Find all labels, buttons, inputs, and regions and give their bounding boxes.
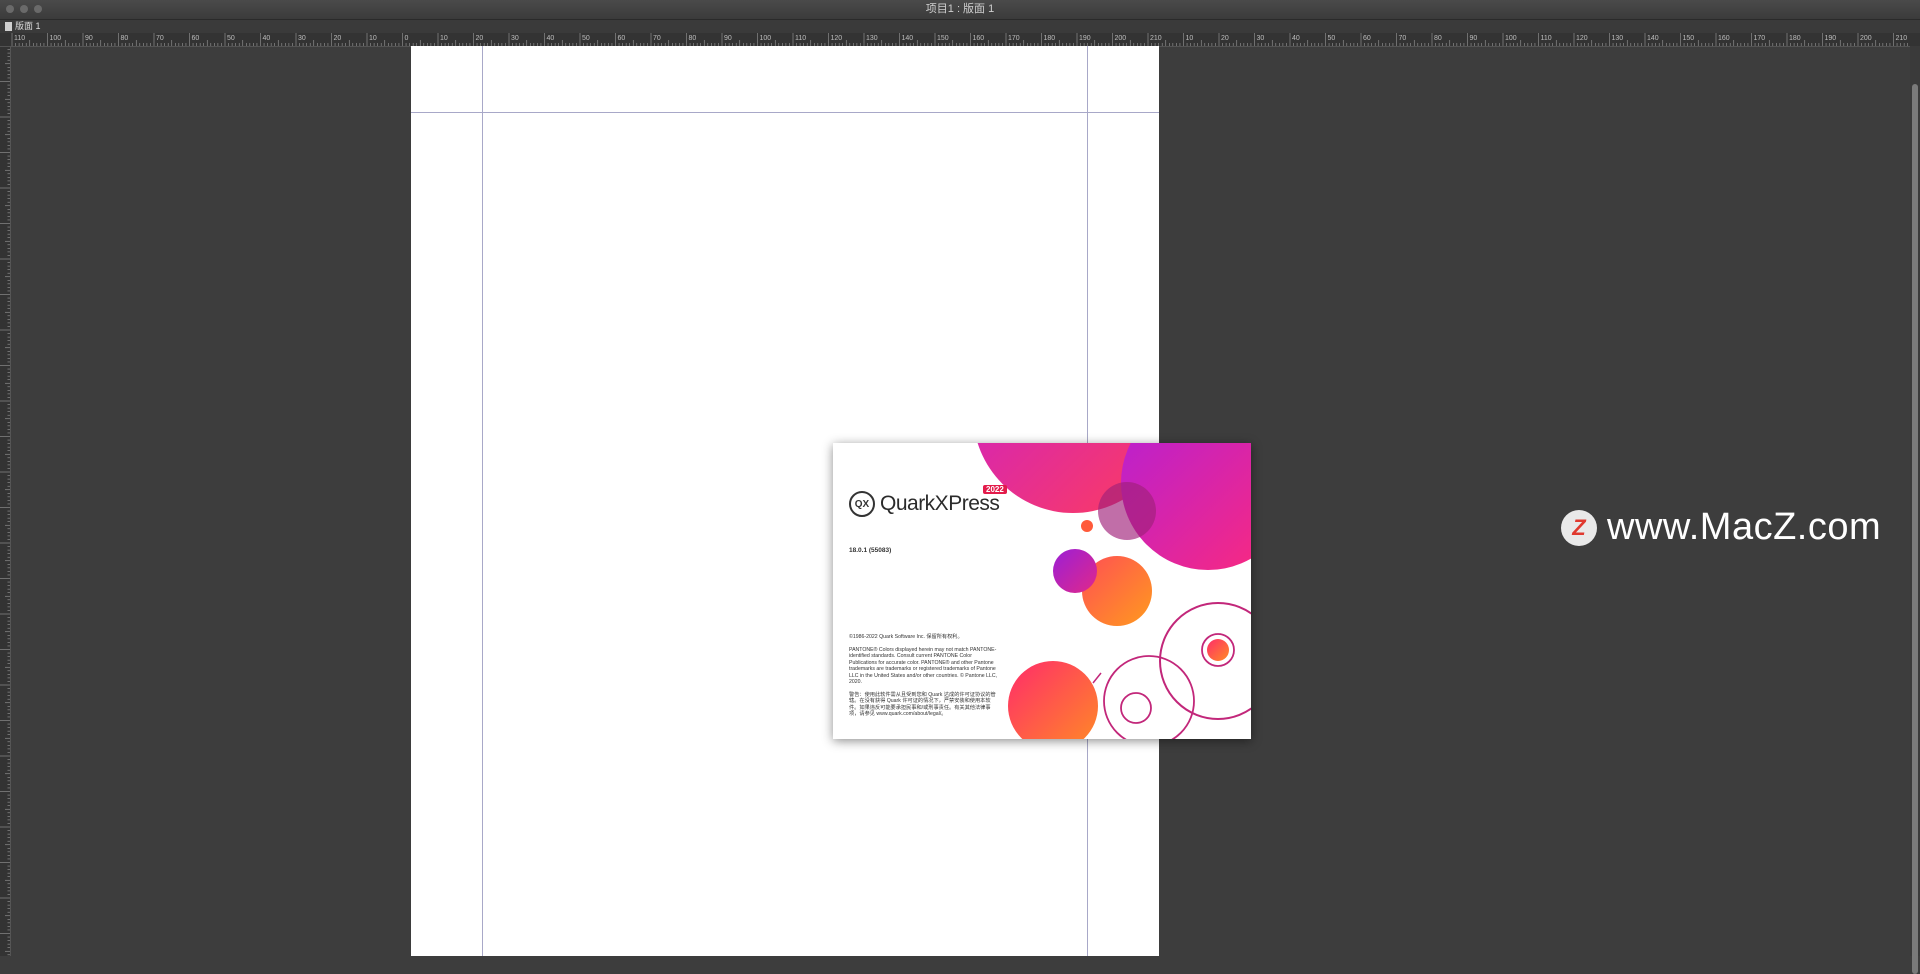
ruler-tick-label: 120 xyxy=(1576,35,1588,42)
ruler-tick-label: 100 xyxy=(50,35,62,42)
minimize-button[interactable] xyxy=(20,5,28,13)
ruler-tick-label: 160 xyxy=(973,35,985,42)
zoom-button[interactable] xyxy=(34,5,42,13)
ruler-tick-label: 80 xyxy=(121,35,129,42)
ruler-tick-label: 30 xyxy=(511,35,519,42)
tab-label: 版面 1 xyxy=(15,21,41,31)
ruler-ticks: 110 100 90 80 70 60 50 40 30 20 10 0 10 20 30 40 50 60 70 8… xyxy=(11,33,1908,46)
ruler-tick-label: 110 xyxy=(1541,35,1552,42)
ruler-tick-label: 190 xyxy=(1079,35,1091,42)
tab-layout-1[interactable]: 版面 1 xyxy=(5,20,41,33)
ruler-tick-label: 140 xyxy=(902,35,914,42)
ruler-tick-label: 10 xyxy=(1186,35,1194,42)
pantone-text: PANTONE® Colors displayed herein may not… xyxy=(849,646,998,686)
ruler-tick-label: 60 xyxy=(1363,35,1371,42)
ruler-tick-label: 30 xyxy=(298,35,306,42)
ruler-tick-label: 80 xyxy=(689,35,697,42)
ruler-tick-label: 20 xyxy=(334,35,342,42)
watermark-text: www.MacZ.com xyxy=(1607,506,1882,548)
ruler-tick-label: 210 xyxy=(1896,35,1908,42)
ruler-tick-label: 90 xyxy=(1470,35,1478,42)
ruler-tick-label: 70 xyxy=(1399,35,1407,42)
ruler-tick-label: 10 xyxy=(369,35,377,42)
ruler-tick-label: 100 xyxy=(1505,35,1517,42)
ruler-tick-label: 180 xyxy=(1789,35,1801,42)
ruler-tick-label: 0 xyxy=(405,35,409,42)
ruler-tick-label: 40 xyxy=(1292,35,1300,42)
ruler-tick-label: 20 xyxy=(1221,35,1229,42)
margin-guide-left[interactable] xyxy=(482,46,483,956)
ruler-tick-label: 110 xyxy=(14,35,25,42)
scrollbar-thumb[interactable] xyxy=(1912,84,1918,974)
ruler-tick-label: 200 xyxy=(1860,35,1872,42)
quarkxpress-logo: QX QuarkXPress 2022 xyxy=(849,485,1007,517)
ruler-tick-label: 120 xyxy=(831,35,843,42)
ruler-tick-label: 130 xyxy=(1612,35,1624,42)
ruler-tick-label: 140 xyxy=(1647,35,1659,42)
brand-name: QuarkXPress xyxy=(880,492,1000,515)
version-year-badge: 2022 xyxy=(983,485,1007,494)
legal-notice: ©1986-2022 Quark Software Inc. 保留所有权利。 P… xyxy=(849,634,997,724)
ruler-tick-label: 70 xyxy=(156,35,164,42)
ruler-tick-label: 50 xyxy=(582,35,590,42)
ruler-tick-label: 50 xyxy=(1328,35,1336,42)
window-titlebar: 项目1 : 版面 1 xyxy=(0,0,1920,20)
ruler-tick-label: 150 xyxy=(1683,35,1695,42)
ruler-tick-label: 170 xyxy=(1008,35,1020,42)
splash-screen: QX QuarkXPress 2022 18.0.1 (55083) ©1986… xyxy=(833,443,1251,739)
ruler-tick-label: 10 xyxy=(440,35,448,42)
ruler-tick-label: 160 xyxy=(1718,35,1730,42)
ruler-tick-label: 70 xyxy=(653,35,661,42)
layout-page-icon xyxy=(5,22,12,31)
ruler-tick-label: 60 xyxy=(618,35,626,42)
layout-tab-bar: 版面 1 xyxy=(0,20,1920,33)
macz-watermark: Z www.MacZ.com xyxy=(1561,506,1881,549)
vertical-ruler-ticks xyxy=(0,45,10,956)
build-version: 18.0.1 (55083) xyxy=(849,547,892,554)
horizontal-ruler[interactable]: 110 100 90 80 70 60 50 40 30 20 10 0 10 20 30 40 50 60 70 8… xyxy=(0,33,1920,47)
close-button[interactable] xyxy=(6,5,14,13)
ruler-tick-label: 190 xyxy=(1825,35,1837,42)
ruler-tick-label: 170 xyxy=(1754,35,1766,42)
ruler-tick-label: 80 xyxy=(1434,35,1442,42)
window-title: 项目1 : 版面 1 xyxy=(925,3,995,15)
ruler-tick-label: 110 xyxy=(795,35,806,42)
qx-logo-mark: QX xyxy=(849,491,875,517)
vertical-ruler[interactable] xyxy=(0,45,11,956)
macz-logo-icon: Z xyxy=(1561,509,1597,546)
ruler-tick-label: 90 xyxy=(724,35,732,42)
ruler-tick-label: 20 xyxy=(476,35,484,42)
ruler-tick-label: 60 xyxy=(192,35,200,42)
ruler-tick-label: 210 xyxy=(1150,35,1162,42)
ruler-tick-label: 130 xyxy=(866,35,878,42)
ruler-tick-label: 180 xyxy=(1044,35,1056,42)
vertical-scrollbar[interactable] xyxy=(1910,46,1920,974)
ruler-tick-label: 100 xyxy=(760,35,772,42)
copyright-text: ©1986-2022 Quark Software Inc. 保留所有权利。 xyxy=(849,634,963,640)
ruler-tick-label: 200 xyxy=(1115,35,1127,42)
ruler-tick-label: 40 xyxy=(547,35,555,42)
ruler-tick-label: 40 xyxy=(263,35,271,42)
ruler-tick-label: 150 xyxy=(937,35,949,42)
margin-guide-top[interactable] xyxy=(411,112,1159,113)
window-controls xyxy=(6,5,42,13)
ruler-tick-label: 30 xyxy=(1257,35,1265,42)
warning-text: 警告：使用此软件需从且受到您和 Quark 达成的许可证协议的管辖。在没有获得 … xyxy=(849,691,996,718)
ruler-tick-label: 90 xyxy=(85,35,93,42)
ruler-tick-label: 50 xyxy=(227,35,235,42)
